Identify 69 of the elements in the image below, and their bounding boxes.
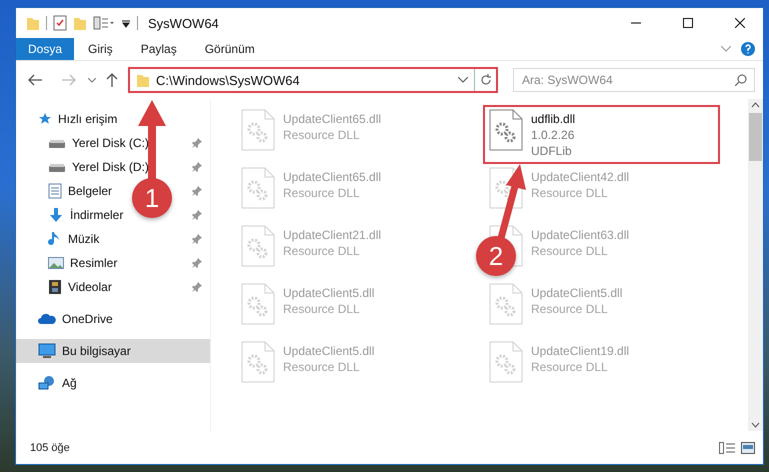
dll-file-icon [241, 283, 275, 325]
drive-icon [48, 161, 66, 173]
back-icon[interactable] [28, 74, 42, 86]
refresh-icon [480, 74, 492, 86]
file-detail: Resource DLL [283, 127, 361, 143]
file-detail: Resource DLL [531, 359, 609, 375]
folder-icon [26, 15, 40, 31]
network-icon [38, 375, 56, 391]
file-detail: Resource DLL [531, 243, 609, 259]
large-icons-view-icon[interactable] [741, 442, 755, 454]
address-field[interactable]: C:\Windows\SysWOW64 [128, 67, 498, 93]
sidebar-item[interactable]: Resimler [70, 256, 118, 270]
file-detail: Resource DLL [283, 243, 361, 259]
sidebar-item[interactable]: Yerel Disk (D:) [72, 160, 149, 174]
download-icon [48, 207, 64, 223]
selected-sidebar-row[interactable]: Bu bilgisayar [16, 339, 210, 363]
search-field[interactable]: Ara: SysWOW64 [513, 68, 755, 92]
ribbon-tab[interactable]: Giriş [74, 38, 127, 60]
ribbon-tab[interactable]: Görünüm [190, 38, 269, 60]
address-path: C:\Windows\SysWOW64 [156, 72, 301, 88]
sidebar-item[interactable]: İndirmeler [70, 208, 124, 222]
sidebar-item[interactable]: Ağ [62, 376, 77, 390]
dll-file-icon [489, 109, 523, 151]
file-detail: Resource DLL [531, 185, 609, 201]
file-detail: Resource DLL [531, 301, 609, 317]
folder-icon [136, 72, 150, 88]
file-detail: 1.0.2.26 [531, 127, 576, 143]
up-arrow-icon[interactable] [106, 73, 118, 87]
dll-file-icon [241, 225, 275, 267]
chevron-icon[interactable] [88, 78, 96, 82]
file-detail: Resource DLL [283, 359, 361, 375]
file-name[interactable]: udflib.dll [531, 111, 576, 127]
ribbon-tab[interactable]: Paylaş [126, 38, 191, 60]
folder-icon [73, 15, 87, 31]
file-detail: UDFLib [531, 143, 573, 159]
search-icon [735, 74, 747, 86]
maximize-icon [683, 18, 693, 28]
picture-icon [48, 256, 64, 270]
ribbon-tab[interactable]: Dosya [16, 38, 74, 60]
dropdown-icon [121, 18, 131, 28]
dll-file-icon [241, 109, 275, 151]
dll-file-icon [489, 341, 523, 383]
cloud-icon [38, 313, 56, 325]
checklist-icon [53, 15, 67, 31]
close-icon [735, 18, 745, 28]
dll-file-icon [489, 283, 523, 325]
sidebar-item[interactable]: Bu bilgisayar [62, 344, 131, 358]
window-title: SysWOW64 [148, 16, 220, 30]
file-detail: Resource DLL [283, 185, 361, 201]
scroll-thumb[interactable] [749, 113, 762, 161]
computer-icon [38, 343, 56, 359]
sidebar-item[interactable]: Belgeler [68, 184, 112, 198]
dll-file-icon [241, 341, 275, 383]
sidebar-item[interactable]: Yerel Disk (C:) [72, 136, 149, 150]
file-detail: Resource DLL [283, 301, 361, 317]
music-note-icon [48, 231, 62, 247]
sidebar-item[interactable]: Müzik [68, 232, 100, 246]
sidebar-item[interactable]: OneDrive [62, 312, 113, 326]
item-count: 105 öğe [30, 442, 71, 454]
film-icon [48, 279, 62, 295]
drive-icon [48, 137, 66, 149]
chevron-icon [458, 77, 468, 83]
sidebar-item[interactable]: Videolar [68, 280, 112, 294]
dll-file-icon [241, 167, 275, 209]
properties-icon [93, 16, 115, 30]
sidebar-item[interactable]: Hızlı erişim [58, 112, 118, 126]
star-icon [38, 112, 52, 126]
document-icon [48, 183, 62, 199]
details-view-icon[interactable] [719, 442, 735, 454]
